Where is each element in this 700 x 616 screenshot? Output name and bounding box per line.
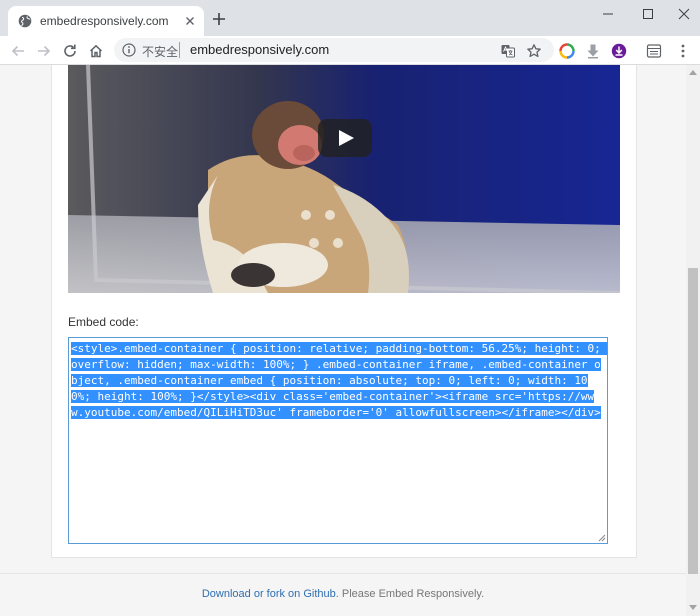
plus-icon[interactable] <box>212 12 226 26</box>
footer-text: . Please Embed Responsively. <box>335 588 485 600</box>
video-preview[interactable] <box>68 65 620 293</box>
page-scrollbar[interactable] <box>686 65 700 616</box>
extension-icon[interactable] <box>559 43 575 59</box>
page-viewport: Embed code: <style>.embed-container { po… <box>0 65 686 616</box>
forward-icon[interactable] <box>36 43 52 59</box>
omnibox-divider <box>179 42 180 58</box>
tab-title: embedresponsively.com <box>40 14 169 28</box>
address-bar[interactable]: 不安全 embedresponsively.com <box>114 38 554 62</box>
play-button[interactable] <box>318 119 372 157</box>
back-icon[interactable] <box>10 43 26 59</box>
globe-icon <box>18 14 32 28</box>
download-icon[interactable] <box>611 43 627 59</box>
close-icon <box>678 8 690 20</box>
security-label[interactable]: 不安全 <box>142 43 178 60</box>
star-icon[interactable] <box>526 43 542 59</box>
minimize-button[interactable] <box>588 0 628 28</box>
video-thumbnail <box>68 65 620 293</box>
reload-icon[interactable] <box>62 43 78 59</box>
resize-grip-icon[interactable] <box>598 534 606 542</box>
browser-window: embedresponsively.com 不安全 embedresponsiv… <box>0 0 700 616</box>
scrollbar-thumb[interactable] <box>688 268 698 574</box>
menu-icon[interactable] <box>675 43 691 59</box>
extension-icon[interactable] <box>646 43 662 59</box>
translate-icon[interactable] <box>500 43 516 59</box>
tab-strip: embedresponsively.com <box>0 0 700 36</box>
maximize-button[interactable] <box>628 0 668 28</box>
browser-toolbar: 不安全 embedresponsively.com <box>0 36 700 65</box>
scroll-up-icon[interactable] <box>689 69 697 75</box>
home-icon[interactable] <box>88 43 104 59</box>
page-footer: Download or fork on Github. Please Embed… <box>0 573 686 616</box>
embed-code-text[interactable]: <style>.embed-container { position: rela… <box>71 342 607 419</box>
embed-code-textarea[interactable]: <style>.embed-container { position: rela… <box>68 337 608 544</box>
info-icon[interactable] <box>122 43 136 57</box>
github-link[interactable]: Download or fork on Github <box>202 588 336 600</box>
embed-code-label: Embed code: <box>68 315 139 329</box>
download-icon[interactable] <box>585 43 601 59</box>
tab-active[interactable]: embedresponsively.com <box>8 6 204 36</box>
embed-card: Embed code: <style>.embed-container { po… <box>51 65 637 558</box>
scroll-down-icon[interactable] <box>689 605 697 611</box>
maximize-icon <box>643 9 653 19</box>
close-window-button[interactable] <box>664 0 700 28</box>
minimize-icon <box>603 13 613 15</box>
url-text[interactable]: embedresponsively.com <box>190 42 329 57</box>
close-icon[interactable] <box>184 15 196 27</box>
play-icon <box>339 130 354 146</box>
